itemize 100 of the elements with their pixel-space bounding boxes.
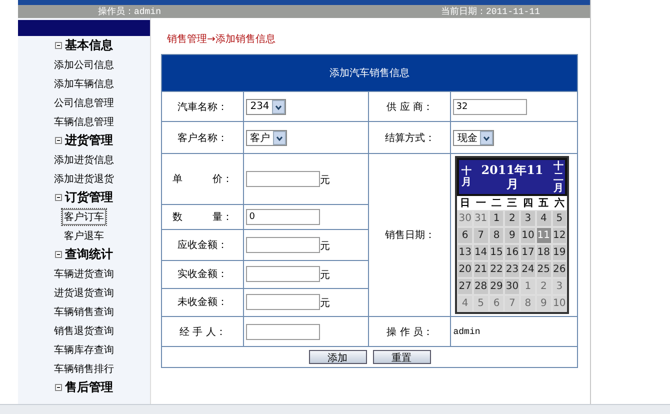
menu-group-title[interactable]: 基本信息 — [65, 37, 113, 54]
calendar-day[interactable]: 4 — [536, 210, 552, 227]
calendar-day[interactable]: 29 — [488, 278, 504, 295]
menu-item[interactable]: 车辆销售排行 — [53, 362, 115, 376]
field-label: 结算方式： — [384, 132, 435, 144]
dropdown[interactable]: 234 — [246, 98, 286, 114]
calendar-day[interactable]: 20 — [457, 261, 473, 278]
menu-item[interactable]: 车辆销售查询 — [53, 304, 115, 318]
field-label: 实收金额： — [178, 269, 228, 280]
reset-button[interactable]: 重置 — [372, 350, 430, 364]
menu-item[interactable]: 进货退货查询 — [53, 286, 115, 300]
field-label: 汽車名称： — [178, 102, 228, 112]
calendar-day[interactable]: 3 — [520, 210, 536, 227]
menu-item[interactable]: 车辆信息管理 — [53, 114, 115, 128]
calendar-day[interactable]: 27 — [457, 278, 473, 295]
caret-icon[interactable] — [273, 130, 286, 144]
caret-icon[interactable] — [272, 100, 286, 114]
calendar-day[interactable]: 8 — [520, 295, 536, 312]
input-field[interactable]: 32 — [453, 98, 528, 114]
input-field[interactable]: 0 — [246, 209, 320, 225]
calendar-day[interactable]: 9 — [504, 227, 520, 244]
calendar-day[interactable]: 15 — [488, 244, 504, 261]
menu-item[interactable]: 客户退车 — [63, 228, 105, 242]
previous-month-link[interactable]: 十月 — [461, 166, 472, 188]
calendar-day[interactable]: 13 — [457, 244, 473, 261]
calendar-day[interactable]: 6 — [457, 227, 473, 244]
operator-value: admin — [453, 327, 480, 337]
menu-group-title[interactable]: 订货管理 — [65, 189, 113, 206]
calendar-day[interactable]: 22 — [488, 261, 504, 278]
collapse-icon[interactable] — [55, 42, 62, 49]
calendar-day[interactable]: 23 — [504, 261, 520, 278]
calendar-day[interactable]: 16 — [504, 244, 520, 261]
form-header: 添加汽车销售信息 — [162, 54, 578, 92]
calendar-day[interactable]: 7 — [472, 227, 489, 244]
calendar-day[interactable]: 7 — [504, 295, 520, 312]
field-label: 销售日期： — [384, 230, 435, 241]
dropdown[interactable]: 客户 — [246, 130, 288, 146]
calendar-day[interactable]: 14 — [472, 244, 489, 261]
calendar-day[interactable]: 5 — [472, 295, 489, 312]
input-field[interactable] — [246, 266, 320, 282]
menu-item[interactable]: 添加进货退货 — [53, 172, 115, 186]
caret-icon[interactable] — [480, 130, 494, 144]
calendar-day[interactable]: 30 — [504, 278, 520, 295]
calendar-day[interactable]: 12 — [552, 227, 568, 244]
menu-item[interactable]: 添加车辆信息 — [53, 76, 115, 90]
unit-label: 元 — [320, 298, 330, 310]
calendar-day[interactable]: 10 — [520, 227, 536, 244]
field-label: 未收金额： — [178, 297, 228, 308]
calendar-day[interactable]: 2 — [504, 210, 520, 227]
field-label: 操 作 员： — [386, 326, 433, 338]
menu-item[interactable]: 添加公司信息 — [53, 58, 115, 72]
calendar-day[interactable]: 4 — [457, 295, 473, 312]
menu-group-title[interactable]: 进货管理 — [65, 132, 113, 149]
calendar-day[interactable]: 18 — [536, 244, 552, 261]
calendar-day[interactable]: 31 — [472, 210, 489, 227]
dropdown[interactable]: 现金 — [453, 130, 494, 146]
calendar-day[interactable]: 1 — [520, 278, 536, 295]
calendar-title: 2011年11月 — [480, 162, 544, 192]
weekday-label: 五 — [536, 196, 552, 210]
calendar-day[interactable]: 19 — [552, 244, 568, 261]
collapse-icon[interactable] — [55, 251, 62, 258]
calendar-day[interactable]: 24 — [520, 261, 536, 278]
menu-group-title[interactable]: 查询统计 — [65, 246, 113, 263]
calendar-day[interactable]: 28 — [472, 278, 489, 295]
add-button[interactable]: 添加 — [308, 350, 366, 364]
calendar-day[interactable]: 26 — [552, 261, 568, 278]
input-field[interactable] — [246, 237, 320, 254]
current-date: 当前日期：2011-11-11 — [440, 6, 540, 18]
calendar-day[interactable]: 21 — [472, 261, 489, 278]
weekday-label: 一 — [472, 196, 489, 210]
collapse-icon[interactable] — [55, 137, 62, 144]
menu-item[interactable]: 车辆进货查询 — [53, 266, 115, 280]
field-label: 经 手 人： — [179, 326, 226, 338]
collapse-icon[interactable] — [55, 384, 62, 391]
calendar-day[interactable]: 17 — [520, 244, 536, 261]
input-field[interactable] — [246, 170, 320, 187]
calendar-day[interactable]: 3 — [552, 278, 568, 295]
calendar-day[interactable]: 30 — [457, 210, 473, 227]
calendar-day[interactable]: 10 — [552, 295, 568, 312]
weekday-label: 三 — [504, 196, 520, 210]
calendar-day[interactable]: 8 — [488, 227, 504, 244]
menu-item[interactable]: 添加进货信息 — [53, 152, 115, 166]
input-field[interactable] — [246, 294, 320, 310]
menu-group-title[interactable]: 售后管理 — [65, 379, 113, 396]
calendar-day[interactable]: 5 — [552, 210, 568, 227]
menu-item[interactable]: 车辆库存查询 — [53, 342, 115, 356]
calendar-day[interactable]: 6 — [488, 295, 504, 312]
field-label: 供 应 商： — [386, 102, 433, 112]
collapse-icon[interactable] — [55, 194, 62, 201]
menu-item[interactable]: 销售退货查询 — [53, 324, 115, 338]
menu-item[interactable]: 公司信息管理 — [53, 96, 115, 110]
input-field[interactable] — [246, 324, 320, 340]
calendar-day[interactable]: 25 — [536, 261, 552, 278]
weekday-label: 二 — [488, 196, 504, 210]
next-month-link[interactable]: 十二月 — [553, 160, 564, 194]
calendar-day[interactable]: 9 — [536, 295, 552, 312]
menu-item[interactable]: 客户订车 — [62, 208, 106, 224]
field-label: 数 量： — [172, 212, 233, 223]
calendar-day[interactable]: 1 — [488, 210, 504, 227]
calendar-day[interactable]: 2 — [536, 278, 552, 295]
